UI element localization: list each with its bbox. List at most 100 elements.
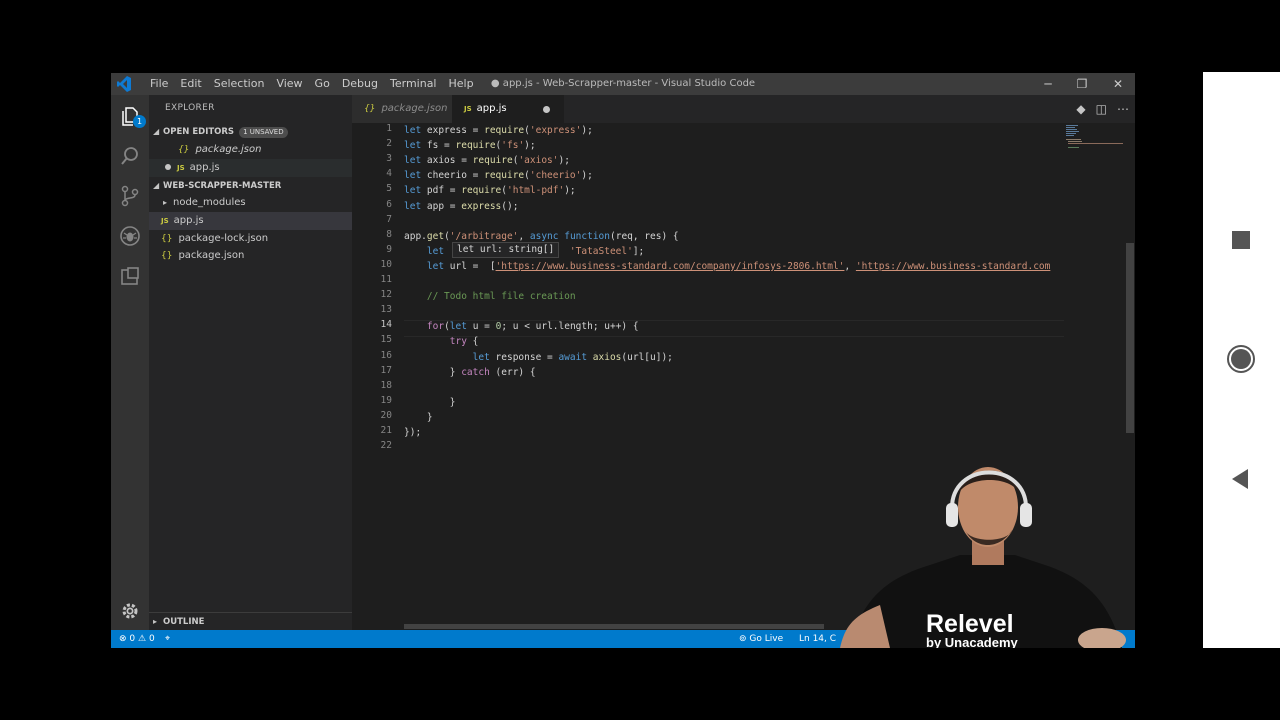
source-control-button[interactable] — [119, 185, 141, 207]
code-line[interactable]: } catch (err) { — [404, 365, 536, 380]
debug-button[interactable] — [119, 225, 141, 247]
line-number: 18 — [380, 379, 392, 391]
extensions-icon — [121, 267, 139, 285]
code-line[interactable]: let app = express(); — [404, 199, 518, 214]
line-number: 5 — [386, 183, 392, 195]
home-icon — [1227, 345, 1255, 373]
code-line[interactable]: try { — [404, 334, 479, 349]
tab-package-json[interactable]: {} package.json — [352, 95, 464, 123]
tree-item-app-js[interactable]: JS app.js — [149, 212, 352, 230]
code-line[interactable]: let express = require('express'); — [404, 123, 593, 138]
line-number: 15 — [380, 334, 392, 346]
broadcast-icon: ⊚ — [739, 634, 747, 644]
go-live-button[interactable]: ⊚ Go Live — [739, 630, 783, 648]
type-hint-tooltip: let url: string[] — [452, 242, 560, 258]
maximize-button[interactable]: ❐ — [1065, 73, 1099, 95]
open-editors-header[interactable]: ◢ OPEN EDITORS 1 UNSAVED — [149, 123, 352, 141]
line-number: 13 — [380, 304, 392, 316]
open-editor-label: package.json — [195, 144, 262, 155]
minimap-preview — [1066, 125, 1123, 148]
chevron-down-icon: ◢ — [153, 127, 160, 136]
line-number: 2 — [386, 138, 392, 150]
line-number: 17 — [380, 364, 392, 376]
window-title: ● app.js - Web-Scrapper-master - Visual … — [490, 78, 756, 89]
js-file-icon: JS — [177, 164, 185, 172]
extensions-button[interactable] — [119, 265, 141, 287]
editor-actions: ◆ ◫ ⋯ — [1076, 95, 1129, 123]
recents-icon — [1232, 231, 1250, 249]
title-bar: File Edit Selection View Go Debug Termin… — [111, 73, 1135, 95]
line-number: 22 — [380, 440, 392, 452]
open-editor-app-js[interactable]: JS app.js — [149, 159, 352, 177]
tree-item-node-modules[interactable]: ▸ node_modules — [149, 194, 352, 212]
problems-indicator[interactable]: ⊗ 0 ⚠ 0 — [119, 630, 155, 648]
line-number: 11 — [380, 274, 392, 285]
open-changes-icon[interactable]: ◆ — [1076, 102, 1085, 116]
line-number: 12 — [380, 289, 392, 301]
code-line[interactable]: let pdf = require('html-pdf'); — [404, 183, 576, 198]
code-lines[interactable]: let express = require('express'); let fs … — [404, 123, 1064, 455]
back-button[interactable] — [1226, 464, 1256, 494]
line-number: 8 — [386, 228, 392, 240]
shirt-brand-text: Relevel — [926, 610, 1014, 638]
live-share-icon[interactable]: ⌖ — [165, 630, 170, 648]
explorer-title: EXPLORER — [165, 103, 215, 113]
scrollbar-thumb[interactable] — [404, 624, 824, 629]
code-line[interactable]: let cheerio = require('cheerio'); — [404, 168, 593, 183]
android-nav-bar — [1203, 72, 1280, 648]
json-file-icon: {} — [178, 145, 190, 155]
js-file-icon: JS — [161, 217, 169, 225]
js-file-icon: JS — [464, 105, 472, 113]
unsaved-dot-icon[interactable] — [543, 106, 550, 113]
home-button[interactable] — [1226, 344, 1256, 374]
minimize-button[interactable]: ─ — [1031, 73, 1065, 95]
unsaved-badge: 1 UNSAVED — [239, 127, 288, 138]
search-icon — [121, 147, 138, 165]
code-line[interactable]: } — [404, 410, 433, 425]
open-editor-package-json[interactable]: {} package.json — [149, 141, 352, 159]
outline-label: OUTLINE — [163, 617, 205, 627]
code-line[interactable]: } — [404, 395, 456, 410]
scrollbar-thumb[interactable] — [1126, 243, 1134, 433]
json-file-icon: {} — [161, 234, 173, 244]
line-number: 7 — [386, 213, 392, 225]
settings-button[interactable] — [119, 600, 141, 622]
close-button[interactable]: ✕ — [1101, 73, 1135, 95]
open-editor-label: app.js — [189, 162, 220, 173]
line-number: 19 — [380, 394, 392, 406]
warning-count: 0 — [148, 634, 155, 644]
folder-label: WEB-SCRAPPER-MASTER — [163, 181, 282, 191]
search-button[interactable] — [119, 145, 141, 167]
gear-icon — [122, 603, 138, 619]
code-line[interactable]: let axios = require('axios'); — [404, 153, 570, 168]
tree-item-package-lock-json[interactable]: {} package-lock.json — [149, 230, 352, 248]
line-number: 16 — [380, 349, 392, 361]
tab-label: app.js — [476, 103, 507, 114]
tab-label: package.json — [381, 103, 448, 114]
tree-item-package-json[interactable]: {} package.json — [149, 247, 352, 265]
tab-app-js[interactable]: JS app.js — [452, 95, 564, 123]
split-editor-icon[interactable]: ◫ — [1096, 102, 1107, 116]
folder-header[interactable]: ◢ WEB-SCRAPPER-MASTER — [149, 177, 352, 195]
code-line[interactable]: let fs = require('fs'); — [404, 138, 536, 153]
explorer-button[interactable]: 1 — [119, 105, 146, 128]
line-number: 21 — [380, 425, 392, 436]
debug-icon — [120, 226, 140, 246]
git-branch-icon — [121, 185, 139, 207]
line-number: 3 — [386, 153, 392, 165]
code-line[interactable]: }); — [404, 425, 421, 440]
back-icon — [1232, 469, 1248, 489]
code-line[interactable]: let url = ['https://www.business-standar… — [404, 259, 1050, 274]
code-line[interactable]: for(let u = 0; u < url.length; u++) { — [404, 319, 639, 334]
editor-tabs: {} package.json JS app.js ◆ ◫ ⋯ — [352, 95, 1135, 123]
code-line[interactable]: let response = await axios(url[u]); — [404, 350, 673, 365]
more-actions-icon[interactable]: ⋯ — [1117, 102, 1129, 116]
line-number: 1 — [386, 123, 392, 134]
chevron-right-icon: ▸ — [163, 198, 168, 207]
code-line[interactable]: // Todo html file creation — [404, 289, 576, 304]
activity-bar: 1 — [111, 95, 149, 630]
outline-header[interactable]: ▸ OUTLINE — [149, 612, 352, 631]
cursor-position[interactable]: Ln 14, C — [799, 630, 836, 648]
recents-button[interactable] — [1226, 225, 1256, 255]
open-editors-label: OPEN EDITORS — [163, 127, 235, 137]
